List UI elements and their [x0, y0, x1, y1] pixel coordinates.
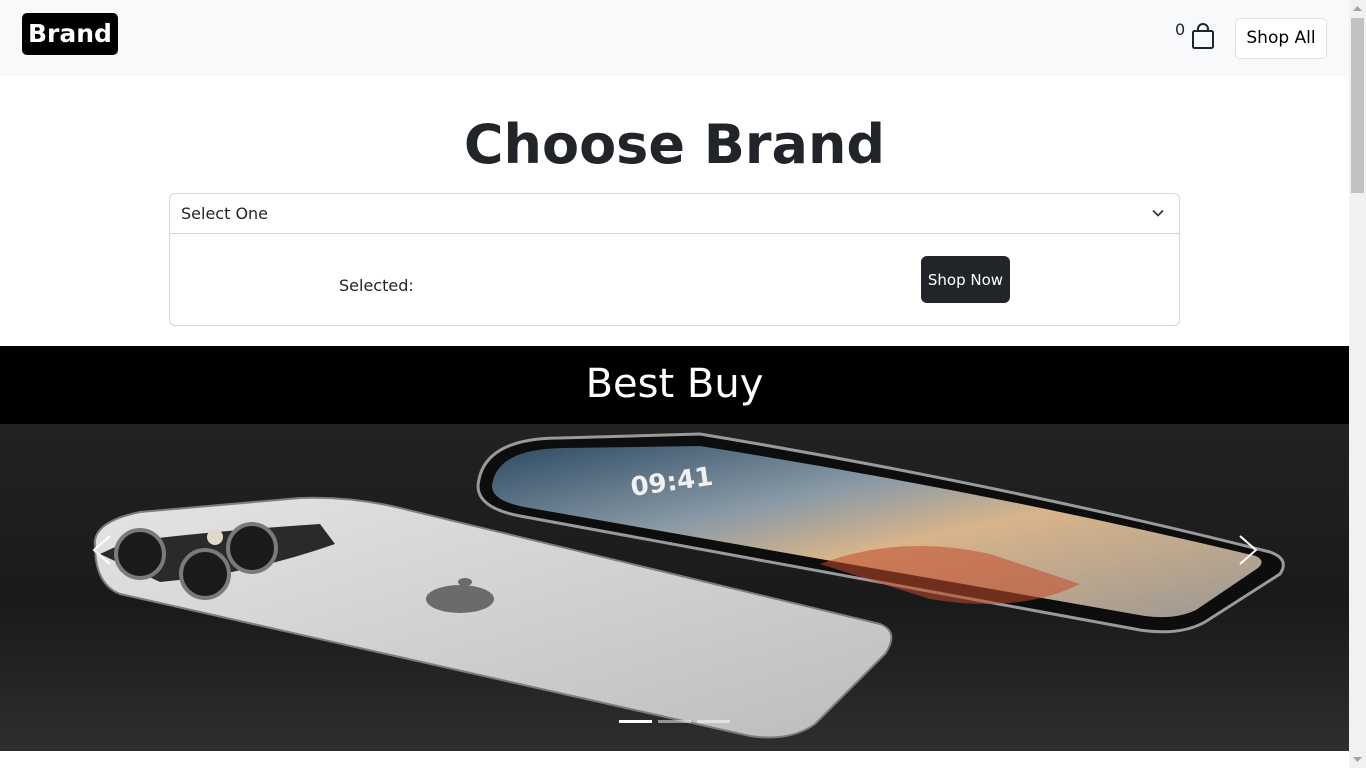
- chevron-right-icon[interactable]: [1228, 530, 1268, 570]
- carousel-indicator[interactable]: [619, 720, 652, 723]
- navbar: Brand 0 Shop All: [0, 0, 1349, 76]
- carousel-indicator[interactable]: [697, 720, 730, 723]
- selected-label: Selected:: [339, 276, 414, 295]
- brand-logo[interactable]: Brand: [22, 13, 118, 55]
- cart-count: 0: [1175, 20, 1186, 39]
- shop-now-button[interactable]: Shop Now: [921, 256, 1010, 303]
- brand-select-value: Select One: [181, 204, 269, 223]
- vertical-scrollbar[interactable]: [1349, 0, 1366, 768]
- product-carousel: 09:41: [0, 424, 1349, 751]
- banner-title: Best Buy: [0, 346, 1349, 424]
- two-iphones-product-photo: 09:41: [93, 432, 1285, 739]
- scroll-up-arrow-icon[interactable]: [1352, 4, 1363, 12]
- carousel-indicator[interactable]: [658, 720, 691, 723]
- shopping-bag-icon[interactable]: [1190, 22, 1216, 50]
- shop-all-button[interactable]: Shop All: [1235, 18, 1327, 59]
- page-title: Choose Brand: [463, 113, 886, 176]
- cart[interactable]: 0: [1170, 18, 1220, 52]
- chevron-left-icon[interactable]: [82, 530, 122, 570]
- scroll-down-arrow-icon[interactable]: [1352, 756, 1363, 764]
- chevron-down-icon: [1152, 209, 1164, 217]
- carousel-indicators: [619, 720, 730, 723]
- brand-select[interactable]: Select One: [170, 194, 1179, 234]
- brand-selection-card: Select One Selected: Shop Now: [169, 193, 1180, 326]
- scrollbar-thumb[interactable]: [1351, 18, 1364, 193]
